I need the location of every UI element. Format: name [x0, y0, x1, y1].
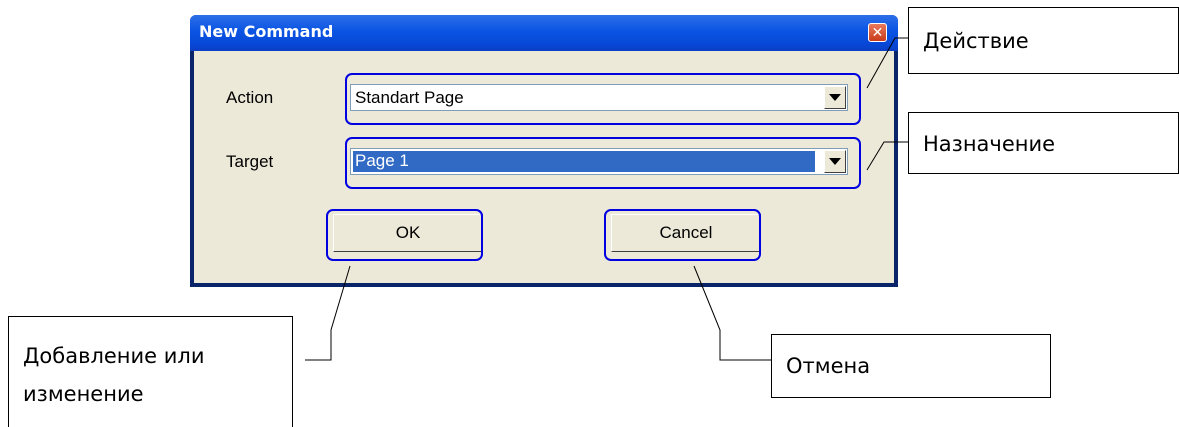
callout-ok-line1: Добавление или [23, 344, 205, 368]
callout-ok-line2: изменение [23, 382, 144, 406]
callout-ok: Добавление или изменение [8, 316, 293, 427]
callout-action: Действие [908, 7, 1179, 74]
callout-target: Назначение [908, 112, 1179, 174]
callout-action-text: Действие [923, 29, 1029, 53]
callout-target-text: Назначение [923, 132, 1056, 156]
callout-cancel: Отмена [771, 334, 1051, 398]
callout-cancel-text: Отмена [786, 354, 871, 378]
